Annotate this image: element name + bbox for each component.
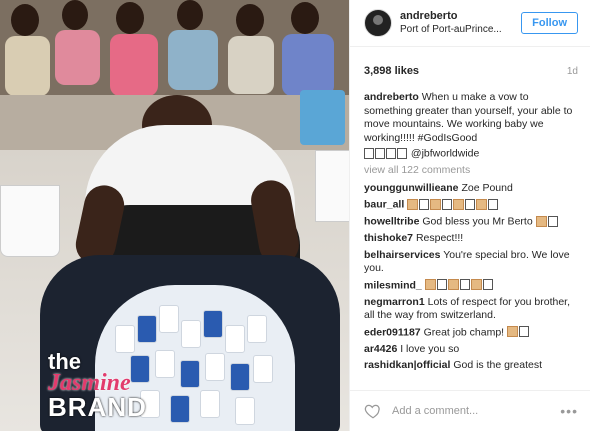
comment-item: negmarron1 Lots of respect for you broth… — [364, 296, 578, 323]
comment-item: eder091187 Great job champ! — [364, 326, 578, 340]
comment-text: God bless you Mr Berto — [422, 215, 533, 228]
comment-text: Zoe Pound — [461, 181, 513, 194]
comment-text: Great job champ! — [423, 326, 505, 339]
comment-username[interactable]: negmarron1 — [364, 296, 425, 308]
comment-item: rashidkan|official God is the greatest — [364, 359, 578, 373]
emoji-icon-group — [407, 198, 499, 212]
bucket-left — [0, 185, 60, 257]
caption-tags: @jbfworldwide — [364, 147, 578, 161]
comment-username[interactable]: milesmind_ — [364, 279, 422, 291]
emoji-icon-group — [364, 147, 408, 161]
comment-item: belhairservices You're special bro. We l… — [364, 249, 578, 276]
avatar[interactable] — [364, 9, 392, 37]
caption-tag[interactable]: @jbfworldwide — [411, 148, 479, 160]
comments-list: andreberto When u make a vow to somethin… — [350, 77, 590, 373]
comment-username[interactable]: thishoke7 — [364, 232, 413, 244]
watermark-logo: the Jasmine BRAND — [48, 349, 147, 422]
likes-count[interactable]: 3,898 likes — [364, 65, 419, 77]
post-side-panel: andreberto Port of Port-auPrince... Foll… — [349, 0, 590, 431]
more-options-icon[interactable]: ••• — [560, 403, 578, 419]
emoji-icon-group — [507, 326, 530, 340]
comment-item: ar4426 I love you so — [364, 343, 578, 357]
watermark-the: the — [48, 349, 81, 374]
caption: andreberto When u make a vow to somethin… — [364, 91, 578, 161]
comment-username[interactable]: rashidkan|official — [364, 359, 450, 371]
comment-item: thishoke7 Respect!!! — [364, 232, 578, 246]
follow-button[interactable]: Follow — [521, 12, 578, 34]
comment-username[interactable]: baur_all — [364, 199, 404, 211]
caption-username[interactable]: andreberto — [364, 91, 419, 103]
author-info: andreberto Port of Port-auPrince... — [400, 10, 521, 36]
comment-item: milesmind_ — [364, 279, 578, 293]
view-all-comments-link[interactable]: view all 122 comments — [364, 164, 578, 178]
emoji-icon-group — [535, 215, 559, 229]
comment-username[interactable]: eder091187 — [364, 326, 421, 338]
comment-text: God is the greatest — [453, 359, 543, 372]
comment-text: Respect!!! — [415, 232, 464, 245]
post-photo[interactable]: the Jasmine BRAND — [0, 0, 349, 431]
comment-footer: Add a comment... ••• — [350, 390, 590, 431]
emoji-icon-group — [424, 279, 494, 293]
heart-outline-icon[interactable] — [364, 402, 382, 420]
bucket-right — [315, 150, 349, 222]
post-header: andreberto Port of Port-auPrince... Foll… — [350, 0, 590, 47]
comment-text: I love you so — [400, 342, 460, 355]
comment-item: younggunwillieane Zoe Pound — [364, 182, 578, 196]
post-location[interactable]: Port of Port-auPrince... — [400, 23, 521, 36]
comment-username[interactable]: howelltribe — [364, 216, 419, 228]
comment-username[interactable]: ar4426 — [364, 343, 397, 355]
comment-item: baur_all — [364, 198, 578, 212]
comment-item: howelltribe God bless you Mr Berto — [364, 215, 578, 229]
likes-row: 3,898 likes 1d — [350, 47, 590, 77]
author-username[interactable]: andreberto — [400, 10, 521, 23]
instagram-post-view: the Jasmine BRAND andreberto Port of Por… — [0, 0, 590, 431]
comment-username[interactable]: belhairservices — [364, 249, 440, 261]
comment-username[interactable]: younggunwillieane — [364, 182, 459, 194]
add-comment-input[interactable]: Add a comment... — [392, 405, 560, 417]
post-age[interactable]: 1d — [567, 66, 578, 77]
watermark-brand: BRAND — [48, 392, 147, 422]
watermark-jasmine: Jasmine — [48, 370, 131, 396]
